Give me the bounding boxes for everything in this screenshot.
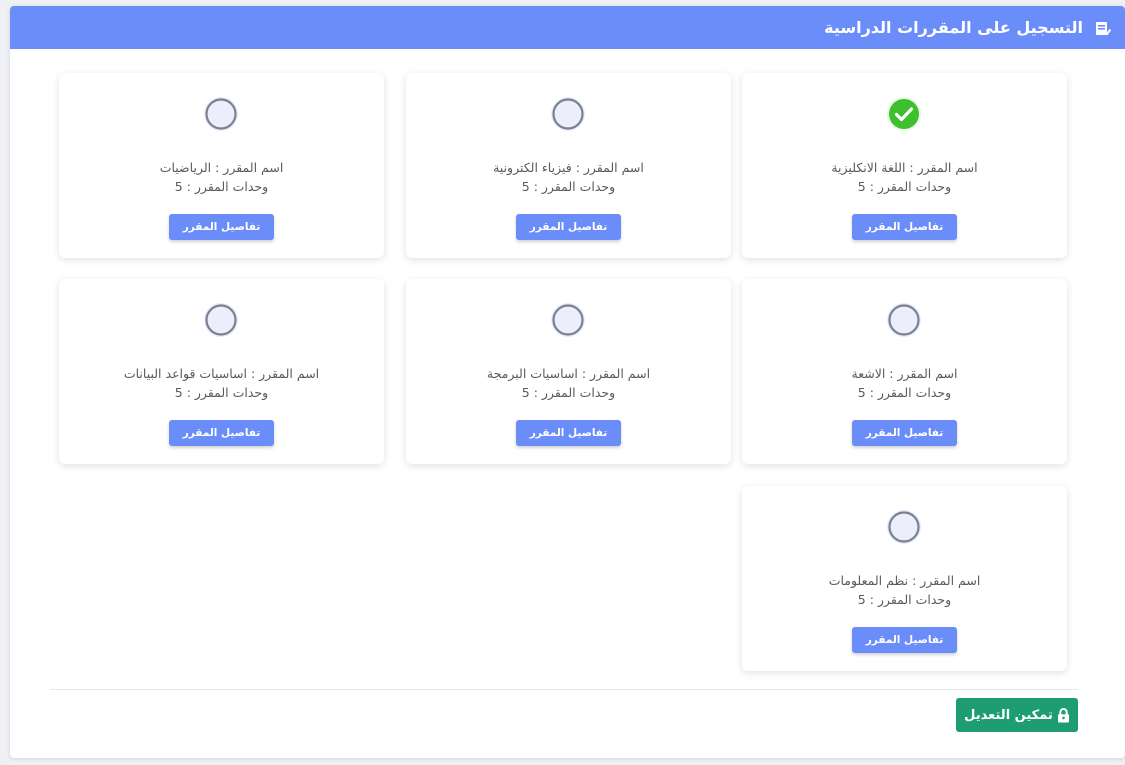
panel-header: التسجيل على المقررات الدراسية xyxy=(10,6,1125,49)
course-name: اسم المقرر : الرياضيات xyxy=(159,160,284,175)
unselected-circle-icon[interactable] xyxy=(550,96,586,132)
unselected-circle-icon[interactable] xyxy=(203,302,239,338)
course-details-button[interactable]: تفاصيل المقرر xyxy=(516,214,621,240)
enable-edit-label: تمكين التعديل xyxy=(964,707,1053,723)
course-card-information-systems: اسم المقرر : نظم المعلومات وحدات المقرر … xyxy=(742,486,1067,671)
course-name: اسم المقرر : اساسيات البرمجة xyxy=(486,366,651,381)
course-details-button[interactable]: تفاصيل المقرر xyxy=(169,214,274,240)
course-units: وحدات المقرر : 5 xyxy=(857,179,952,194)
course-name: اسم المقرر : نظم المعلومات xyxy=(828,573,981,588)
course-card-english: اسم المقرر : اللغة الانكليزية وحدات المق… xyxy=(742,73,1067,258)
unselected-circle-icon[interactable] xyxy=(886,302,922,338)
course-name: اسم المقرر : اساسيات قواعد البيانات xyxy=(123,366,320,381)
course-details-button[interactable]: تفاصيل المقرر xyxy=(852,214,957,240)
course-units: وحدات المقرر : 5 xyxy=(857,592,952,607)
course-units: وحدات المقرر : 5 xyxy=(521,385,616,400)
course-card-radiology: اسم المقرر : الاشعة وحدات المقرر : 5 تفا… xyxy=(742,279,1067,464)
course-name: اسم المقرر : فيزياء الكترونية xyxy=(493,160,644,175)
course-details-button[interactable]: تفاصيل المقرر xyxy=(852,627,957,653)
course-card-database-basics: اسم المقرر : اساسيات قواعد البيانات وحدا… xyxy=(59,279,384,464)
register-icon xyxy=(1095,20,1111,36)
page-title: التسجيل على المقررات الدراسية xyxy=(824,18,1083,37)
course-card-mathematics: اسم المقرر : الرياضيات وحدات المقرر : 5 … xyxy=(59,73,384,258)
lock-icon xyxy=(1057,707,1070,723)
unselected-circle-icon[interactable] xyxy=(886,509,922,545)
course-card-electronic-physics: اسم المقرر : فيزياء الكترونية وحدات المق… xyxy=(406,73,731,258)
course-registration-panel: التسجيل على المقررات الدراسية اسم المقرر… xyxy=(10,6,1125,758)
unselected-circle-icon[interactable] xyxy=(203,96,239,132)
course-details-button[interactable]: تفاصيل المقرر xyxy=(516,420,621,446)
course-details-button[interactable]: تفاصيل المقرر xyxy=(852,420,957,446)
course-details-button[interactable]: تفاصيل المقرر xyxy=(169,420,274,446)
enable-edit-button[interactable]: تمكين التعديل xyxy=(956,698,1078,732)
course-units: وحدات المقرر : 5 xyxy=(521,179,616,194)
course-units: وحدات المقرر : 5 xyxy=(857,385,952,400)
course-card-programming-basics: اسم المقرر : اساسيات البرمجة وحدات المقر… xyxy=(406,279,731,464)
course-units: وحدات المقرر : 5 xyxy=(174,179,269,194)
course-units: وحدات المقرر : 5 xyxy=(174,385,269,400)
course-name: اسم المقرر : اللغة الانكليزية xyxy=(831,160,978,175)
registered-check-icon[interactable] xyxy=(886,96,922,132)
course-name: اسم المقرر : الاشعة xyxy=(851,366,958,381)
unselected-circle-icon[interactable] xyxy=(550,302,586,338)
footer-divider xyxy=(50,689,1078,690)
